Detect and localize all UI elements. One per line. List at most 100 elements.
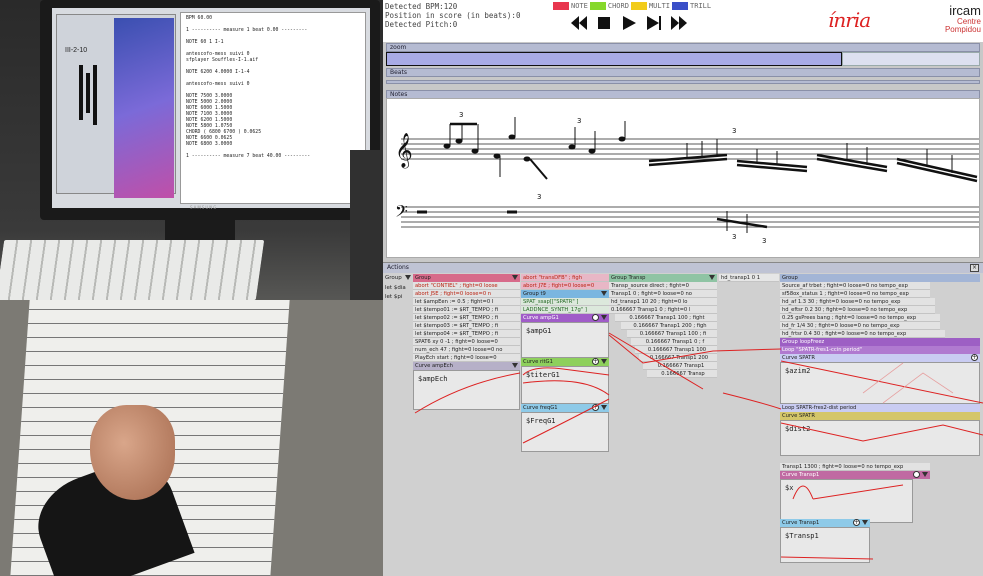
add-point-icon[interactable]: + [592,314,599,321]
action-row[interactable]: 0.166667 Transp1 100 ; fight [615,314,717,322]
curve-transp1-editor[interactable]: $Transp1 [780,527,870,563]
action-row[interactable]: Transp1 1300 ; fight=0 loose=0 no tempo_… [780,463,930,471]
curve-ampg1-editor[interactable]: $ampG1 [521,322,609,358]
rewind-icon[interactable] [571,15,587,30]
group-t9-header[interactable]: Group t9 [521,290,609,298]
legend-multi[interactable]: MULTI [630,1,670,10]
stop-icon[interactable] [596,15,612,29]
expand-toggle[interactable] [405,274,413,282]
beats-ruler[interactable] [386,80,980,84]
curve-spatr2-header[interactable]: Curve SPATR [780,412,980,420]
ircam-logo: ircam Centre Pompidou [923,3,981,34]
curve-variable: $Transp1 [785,532,819,540]
score-text-window: BPM 60.00 1 ---------- measure 1 beat 0.… [180,12,366,204]
legend-chord[interactable]: CHORD [589,1,629,10]
action-row[interactable]: Source_af trbet ; fight=0 loose=0 no tem… [780,282,930,290]
curve-ampech-editor[interactable]: $ampEch [413,370,520,410]
curve-variable: $FreqG1 [526,417,556,425]
curve-freqg1-header[interactable]: Curve freqG1 + [521,404,609,412]
close-icon[interactable]: × [970,264,979,272]
group-a: Group abort "CONTIEL" ; fight=0 loose ab… [413,274,520,410]
action-row[interactable]: let $tempo03 := $RT_TEMPO ; fi [413,322,520,330]
curve-ritg1-header[interactable]: Curve ritG1 + [521,358,609,366]
group-a-header[interactable]: Group [413,274,520,282]
treble-clef-icon: 𝄞 [395,133,413,169]
action-row[interactable]: abort "transDFB" ; figh [521,274,609,282]
action-row[interactable]: let $tempo02 := $RT_TEMPO ; fi [413,314,520,322]
action-row[interactable]: let $tempo01 := $RT_TEMPO ; fi [413,306,520,314]
monitor-screen: III-2-10 BPM 60.00 1 ---------- measure … [52,8,370,208]
action-row[interactable]: let $ampEen := 0.5 ; fight=0 I [413,298,520,306]
triangle-down-icon [862,520,868,525]
group-d-header[interactable]: Group [780,274,980,282]
loop-spatr2-header[interactable]: Loop SPATR-fres2-dist period [780,404,980,412]
curve-dist2-editor[interactable]: $dist2 [780,420,980,456]
curve-freqg1-editor[interactable]: $FreqG1 [521,412,609,452]
score-view[interactable]: 𝄞 𝄢 3 3 3 3 3 3 [386,98,980,258]
zoom-range-bar[interactable] [386,52,842,66]
group-loopfreez-header[interactable]: Group loopFreez [780,338,980,346]
curve-spatr1-header[interactable]: Curve SPATR + [780,354,980,362]
curve-ampg1-header[interactable]: Curve ampG1 + [521,314,609,322]
action-row[interactable]: 0.166667 Transp1 100 ; fi [627,330,717,338]
add-point-icon[interactable]: + [971,354,978,361]
action-row[interactable]: sf58ox_status 1 ; fight=0 loose=0 no tem… [780,290,930,298]
action-row[interactable]: hd_fr 1/4 30 ; fight=0 loose=0 no tempo_… [780,322,940,330]
action-row[interactable]: 0.166667 Transp1 0 ; f [631,338,717,346]
curve-ampech-header[interactable]: Curve ampEch [413,362,520,370]
curve-azim2-editor[interactable]: $azim2 [780,362,980,404]
ascograph-app: Detected BPM:120 Position in score (in b… [383,0,983,576]
action-row[interactable]: Transp1 0 ; fight=0 loose=0 no [609,290,717,298]
action-row[interactable]: LADDNCE_SYNTH_17g" ] [521,306,609,314]
step-forward-icon[interactable] [646,15,662,30]
svg-text:3: 3 [732,233,736,241]
keyboard [0,240,265,300]
add-point-icon[interactable]: + [592,358,599,365]
action-row[interactable]: abort "CONTIEL" ; fight=0 loose [413,282,520,290]
desktop-wallpaper [114,18,174,198]
action-row[interactable]: 0.166667 Transp1 [643,362,717,370]
triangle-down-icon [601,291,607,296]
group-transp-header[interactable]: Group Transp [609,274,717,282]
add-point-icon[interactable]: + [592,404,599,411]
loop-spatr1-header[interactable]: Loop "SPATR-fres1-ccin period" [780,346,980,354]
curve-transp1-header[interactable]: Curve Transp1 + [780,519,870,527]
action-row[interactable]: hd_transp1 0 1 [719,274,779,282]
action-row[interactable]: let $tempo04 := $RT_TEMPO ; fi [413,330,520,338]
action-row[interactable]: SPAT_ssap[["SPATR" ] [521,298,609,306]
setup-photo: III-2-10 BPM 60.00 1 ---------- measure … [0,0,383,576]
svg-text:3: 3 [762,237,766,245]
triangle-down-icon [405,275,411,280]
action-row[interactable]: num_ech 47 ; fight=0 loose=0 no [413,346,520,354]
fast-forward-icon[interactable] [671,15,687,30]
monitor-brand: SAMSUNG [190,205,218,210]
curve-ritg1-editor[interactable]: $titerG1 [521,366,609,404]
action-row[interactable]: hd_transp1 10 20 ; fight=0 lo [609,298,717,306]
curve-transp1-x-header[interactable]: Curve Transp1 + [780,471,930,479]
action-row[interactable]: 0.166667 Transp1 200 ; figh [621,322,717,330]
zoom-track[interactable] [842,52,980,66]
action-row[interactable]: 0.166667 Transp1 100 [635,346,717,354]
action-row[interactable]: 0.25 gsPrees bang ; fight=0 loose=0 no t… [780,314,940,322]
curve-variable: $ampEch [418,375,448,383]
action-row[interactable]: hd_eftsr 0.2 30 ; fight=0 loose=0 no tem… [780,306,935,314]
score-notation: 𝄞 𝄢 333 33 3 [395,111,979,245]
add-point-icon[interactable]: + [853,519,860,526]
legend-note[interactable]: NOTE [553,1,588,10]
curve-x-editor[interactable]: $x [780,479,913,523]
legend-trill[interactable]: TRILL [672,1,711,10]
add-point-icon[interactable]: + [913,471,920,478]
action-row[interactable]: 0.166667 Transp1 200 [639,354,717,362]
action-row[interactable]: SPAT6 xy 0 -1 ; fight=0 loose=0 [413,338,520,346]
action-row[interactable]: Transp_source direct ; fight=0 [609,282,717,290]
action-row[interactable]: 0.166667 Transp [647,370,717,378]
play-icon[interactable] [621,15,637,30]
action-row[interactable]: PlayEch start ; fight=0 loose=0 [413,354,520,362]
action-row[interactable]: abort J5E ; fight=0 loose=0 n [413,290,520,298]
action-row[interactable]: hd_af 1.3 30 ; fight=0 loose=0 no tempo_… [780,298,935,306]
action-row[interactable]: abort J7E ; fight=0 loose=0 [521,282,609,290]
side-let-dia: let $dia [385,285,406,291]
action-row[interactable]: hd_frtsr 0.4 30 ; fight=0 loose=0 no tem… [780,330,945,338]
action-row[interactable]: 0.166667 Transp1 0 ; fight=0 l [609,306,717,314]
group-d-lower: Transp1 1300 ; fight=0 loose=0 no tempo_… [780,463,930,523]
